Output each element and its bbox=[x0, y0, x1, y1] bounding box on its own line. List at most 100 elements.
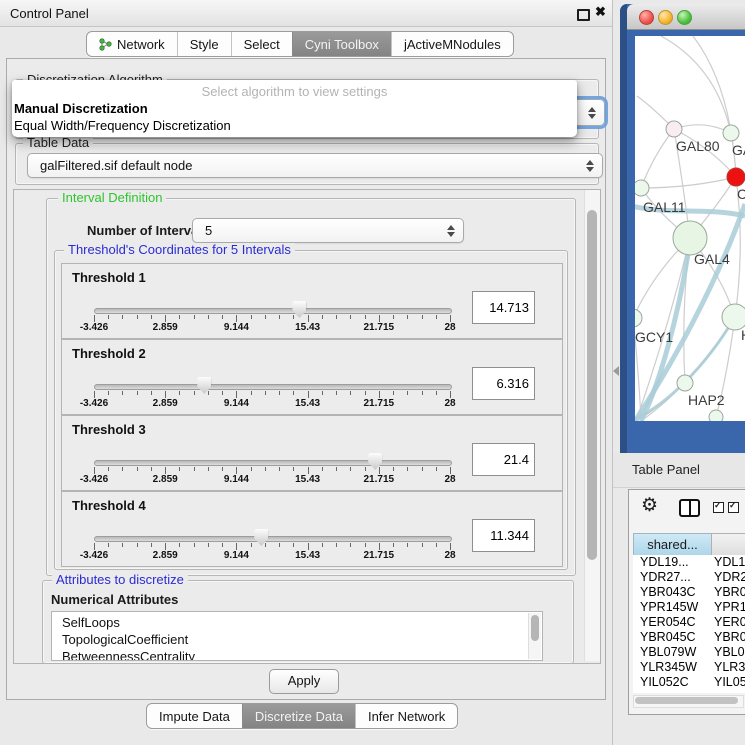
slider-tick bbox=[108, 391, 109, 395]
shared-name-cell: YBR045C bbox=[640, 630, 696, 644]
slider-tick bbox=[365, 391, 366, 395]
slider-tick bbox=[94, 467, 95, 474]
gear-icon[interactable]: ⚙ bbox=[641, 496, 658, 515]
slider-tick bbox=[308, 543, 309, 550]
slider-tick bbox=[194, 467, 195, 471]
column-header-name[interactable]: n bbox=[711, 533, 745, 556]
gal4-node[interactable] bbox=[673, 221, 707, 255]
red-node[interactable] bbox=[727, 168, 745, 186]
slider-track[interactable] bbox=[94, 460, 452, 466]
slider-tick bbox=[293, 391, 294, 395]
scrollbar-thumb[interactable] bbox=[587, 210, 597, 560]
zoom-traffic-light-icon[interactable] bbox=[677, 10, 692, 25]
numerical-attributes-list[interactable]: SelfLoops TopologicalCoefficient Betweenne… bbox=[51, 611, 543, 661]
table-row[interactable]: YLR345WYLR34 bbox=[633, 660, 745, 675]
slider-tick bbox=[422, 467, 423, 471]
slider-tick bbox=[322, 315, 323, 319]
slider-thumb[interactable] bbox=[197, 377, 211, 394]
slider-tick-label: -3.426 bbox=[80, 474, 108, 485]
table-data-combobox[interactable]: galFiltered.sif default node bbox=[27, 153, 603, 178]
slider-thumb[interactable] bbox=[254, 529, 268, 546]
tab-network[interactable]: Network bbox=[87, 32, 177, 56]
slider-track[interactable] bbox=[94, 536, 452, 542]
gal-node[interactable] bbox=[723, 125, 739, 141]
column-header-shared-name[interactable]: shared... bbox=[633, 533, 712, 556]
tab-cyni-toolbox[interactable]: Cyni Toolbox bbox=[292, 32, 391, 56]
splitter-collapse-icon[interactable] bbox=[613, 366, 619, 376]
attributes-list-scrollbar[interactable] bbox=[528, 613, 541, 659]
network-edge[interactable] bbox=[674, 125, 731, 133]
attribute-list-item[interactable]: BetweennessCentrality bbox=[62, 649, 195, 661]
slider-tick bbox=[165, 543, 166, 550]
table-row[interactable]: YBR043CYBR04 bbox=[633, 585, 745, 600]
number-of-intervals-value: 5 bbox=[205, 223, 212, 238]
table-data-combo-value: galFiltered.sif default node bbox=[40, 158, 192, 173]
slider-tick-label: -3.426 bbox=[80, 322, 108, 333]
table-row[interactable]: YIL052CYIL05 bbox=[633, 675, 745, 690]
checkbox-icon[interactable] bbox=[713, 502, 724, 513]
attribute-list-item[interactable]: SelfLoops bbox=[62, 615, 120, 630]
network-edge[interactable] bbox=[641, 129, 674, 188]
algorithm-option-manual[interactable]: Manual Discretization bbox=[14, 101, 148, 116]
table-horizontal-scrollbar[interactable] bbox=[633, 695, 744, 708]
slider-tick bbox=[293, 467, 294, 471]
slider-tick bbox=[365, 467, 366, 471]
scrollbar-thumb[interactable] bbox=[635, 697, 738, 704]
slider-tick bbox=[165, 315, 166, 322]
tab-style[interactable]: Style bbox=[177, 32, 231, 56]
threshold-value-field[interactable]: 21.4 bbox=[472, 443, 535, 476]
scrollbar-thumb[interactable] bbox=[531, 615, 539, 641]
gal11-node[interactable] bbox=[635, 180, 649, 196]
table-row[interactable]: YDR27...YDR27 bbox=[633, 570, 745, 585]
minimize-traffic-light-icon[interactable] bbox=[658, 10, 673, 25]
slider-tick bbox=[236, 543, 237, 550]
tab-select[interactable]: Select bbox=[231, 32, 292, 56]
slider-track[interactable] bbox=[94, 384, 452, 390]
slider-tick bbox=[365, 315, 366, 319]
slider-tick-label: -3.426 bbox=[80, 398, 108, 409]
shared-name-cell: YDR27... bbox=[640, 570, 691, 584]
threshold-value-field[interactable]: 6.316 bbox=[472, 367, 535, 400]
table-row[interactable]: YDL19...YDL19 bbox=[633, 555, 745, 570]
algorithm-option-equal-width[interactable]: Equal Width/Frequency Discretization bbox=[14, 118, 231, 133]
slider-tick bbox=[108, 467, 109, 471]
settings-scrollbar[interactable] bbox=[584, 190, 600, 661]
algorithm-hint-item[interactable]: Select algorithm to view settings bbox=[12, 84, 577, 99]
slider-tick-label: -3.426 bbox=[80, 550, 108, 561]
name-cell: YPR14 bbox=[714, 600, 745, 614]
attribute-list-item[interactable]: TopologicalCoefficient bbox=[62, 632, 188, 647]
tab-jactivemnodules[interactable]: jActiveMNodules bbox=[391, 32, 513, 56]
number-of-intervals-combobox[interactable]: 5 bbox=[192, 218, 464, 243]
float-window-icon[interactable] bbox=[577, 9, 590, 21]
table-row[interactable]: YPR145WYPR14 bbox=[633, 600, 745, 615]
table-row[interactable]: YER054CYER05 bbox=[633, 615, 745, 630]
table-row[interactable]: YBL079WYBL07 bbox=[633, 645, 745, 660]
slider-thumb[interactable] bbox=[292, 301, 306, 318]
tab-impute-data[interactable]: Impute Data bbox=[147, 704, 242, 728]
network-edge[interactable] bbox=[661, 36, 731, 133]
numerical-attributes-label: Numerical Attributes bbox=[51, 592, 178, 607]
network-edge[interactable] bbox=[641, 177, 736, 188]
hap2-node[interactable] bbox=[677, 375, 693, 391]
threshold-value-field[interactable]: 11.344 bbox=[472, 519, 535, 552]
gcy1-node[interactable] bbox=[635, 309, 642, 327]
gal80-node[interactable] bbox=[666, 121, 682, 137]
slider-thumb[interactable] bbox=[368, 453, 382, 470]
slider-tick bbox=[194, 391, 195, 395]
slider-tick-label: 15.43 bbox=[295, 398, 320, 409]
table-row[interactable]: YBR045CYBR04 bbox=[633, 630, 745, 645]
shared-name-cell: YBL079W bbox=[640, 645, 696, 659]
apply-button[interactable]: Apply bbox=[269, 669, 339, 694]
tab-infer-network[interactable]: Infer Network bbox=[355, 704, 457, 728]
slider-track[interactable] bbox=[94, 308, 452, 314]
split-columns-icon[interactable] bbox=[679, 499, 700, 517]
bottom-node[interactable] bbox=[709, 410, 723, 421]
close-icon[interactable]: ✖ bbox=[595, 4, 606, 20]
close-traffic-light-icon[interactable] bbox=[639, 10, 654, 25]
network-canvas[interactable]: GAL80GACGAL11GAL4GCY1HHAP2 bbox=[635, 36, 745, 421]
checkbox-icon[interactable] bbox=[728, 502, 739, 513]
threshold-value-field[interactable]: 14.713 bbox=[472, 291, 535, 324]
attributes-group-title: Attributes to discretize bbox=[52, 573, 188, 587]
tab-discretize-data[interactable]: Discretize Data bbox=[242, 704, 355, 728]
slider-tick bbox=[151, 467, 152, 471]
